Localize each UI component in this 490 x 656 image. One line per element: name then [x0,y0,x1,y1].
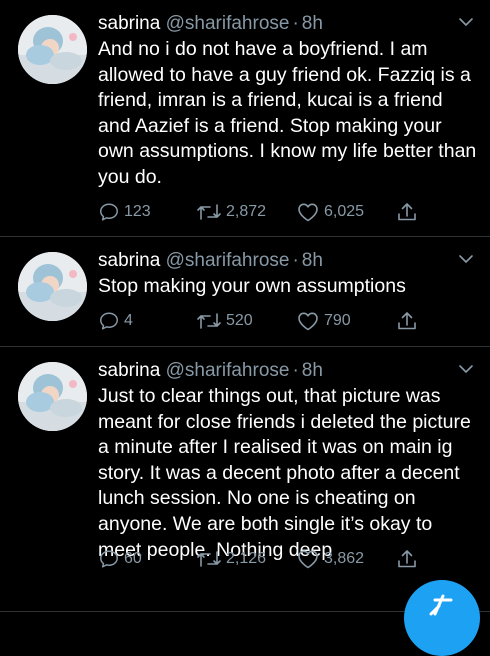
retweet-count: 520 [226,312,253,329]
share-button[interactable] [396,200,418,224]
like-count: 3,862 [324,550,365,567]
tweet[interactable]: sabrina @sharifahrose · 8h Just to clear t… [0,347,490,612]
like-count: 790 [324,312,351,329]
like-icon [298,203,318,222]
tweet-header: sabrina @sharifahrose · 8h [98,12,323,36]
author-name[interactable]: sabrina [98,250,160,271]
like-button[interactable]: 790 [296,309,351,333]
tweet-actions: 60 2,126 3,862 [98,547,428,571]
compose-tweet-icon [429,594,453,616]
share-icon [398,550,416,568]
like-button[interactable]: 3,862 [296,547,364,571]
reply-button[interactable]: 60 [98,547,142,571]
tweet[interactable]: sabrina @sharifahrose · 8h Stop making you… [0,237,490,347]
author-handle[interactable]: @sharifahrose [166,13,290,34]
author-name[interactable]: sabrina [98,360,160,381]
tweet-text: Stop making your own assumptions [98,275,406,297]
chevron-down-icon[interactable] [458,361,474,377]
like-icon [298,312,318,331]
tweet-actions: 4 520 790 [98,309,428,333]
like-button[interactable]: 6,025 [296,200,364,224]
reply-count: 60 [124,550,142,567]
tweet-text: Just to clear things out, that picture w… [98,385,471,561]
retweet-button[interactable]: 2,872 [196,200,266,224]
retweet-count: 2,126 [226,550,267,567]
reply-count: 123 [124,203,151,220]
author-handle[interactable]: @sharifahrose [166,250,290,271]
timestamp[interactable]: 8h [302,250,323,271]
author-handle[interactable]: @sharifahrose [166,360,290,381]
share-icon [398,203,416,221]
reply-count: 4 [124,312,133,329]
reply-icon [100,312,118,330]
reply-button[interactable]: 123 [98,200,151,224]
separator: · [292,13,299,34]
avatar[interactable] [18,252,87,321]
reply-button[interactable]: 4 [98,309,133,333]
timestamp[interactable]: 8h [302,13,323,34]
avatar[interactable] [18,15,87,84]
chevron-down-icon[interactable] [458,14,474,30]
retweet-icon [197,204,221,220]
like-icon [298,550,318,569]
reply-icon [100,550,118,568]
retweet-button[interactable]: 2,126 [196,547,266,571]
chevron-down-icon[interactable] [458,251,474,267]
timeline: sabrina @sharifahrose · 8h And no i do not… [0,0,490,612]
tweet-header: sabrina @sharifahrose · 8h [98,359,323,383]
separator: · [292,360,299,381]
avatar[interactable] [18,362,87,431]
share-icon [398,312,416,330]
tweet-text: And no i do not have a boyfriend. I am a… [98,38,477,188]
retweet-icon [197,551,221,567]
tweet-header: sabrina @sharifahrose · 8h [98,249,323,273]
retweet-count: 2,872 [226,203,267,220]
separator: · [292,250,299,271]
like-count: 6,025 [324,203,365,220]
retweet-button[interactable]: 520 [196,309,253,333]
share-button[interactable] [396,547,418,571]
share-button[interactable] [396,309,418,333]
reply-icon [100,203,118,221]
author-name[interactable]: sabrina [98,13,160,34]
tweet[interactable]: sabrina @sharifahrose · 8h And no i do not… [0,0,490,237]
tweet-actions: 123 2,872 6,025 [98,200,428,224]
compose-tweet-button[interactable] [404,580,480,656]
timestamp[interactable]: 8h [302,360,323,381]
retweet-icon [197,313,221,329]
